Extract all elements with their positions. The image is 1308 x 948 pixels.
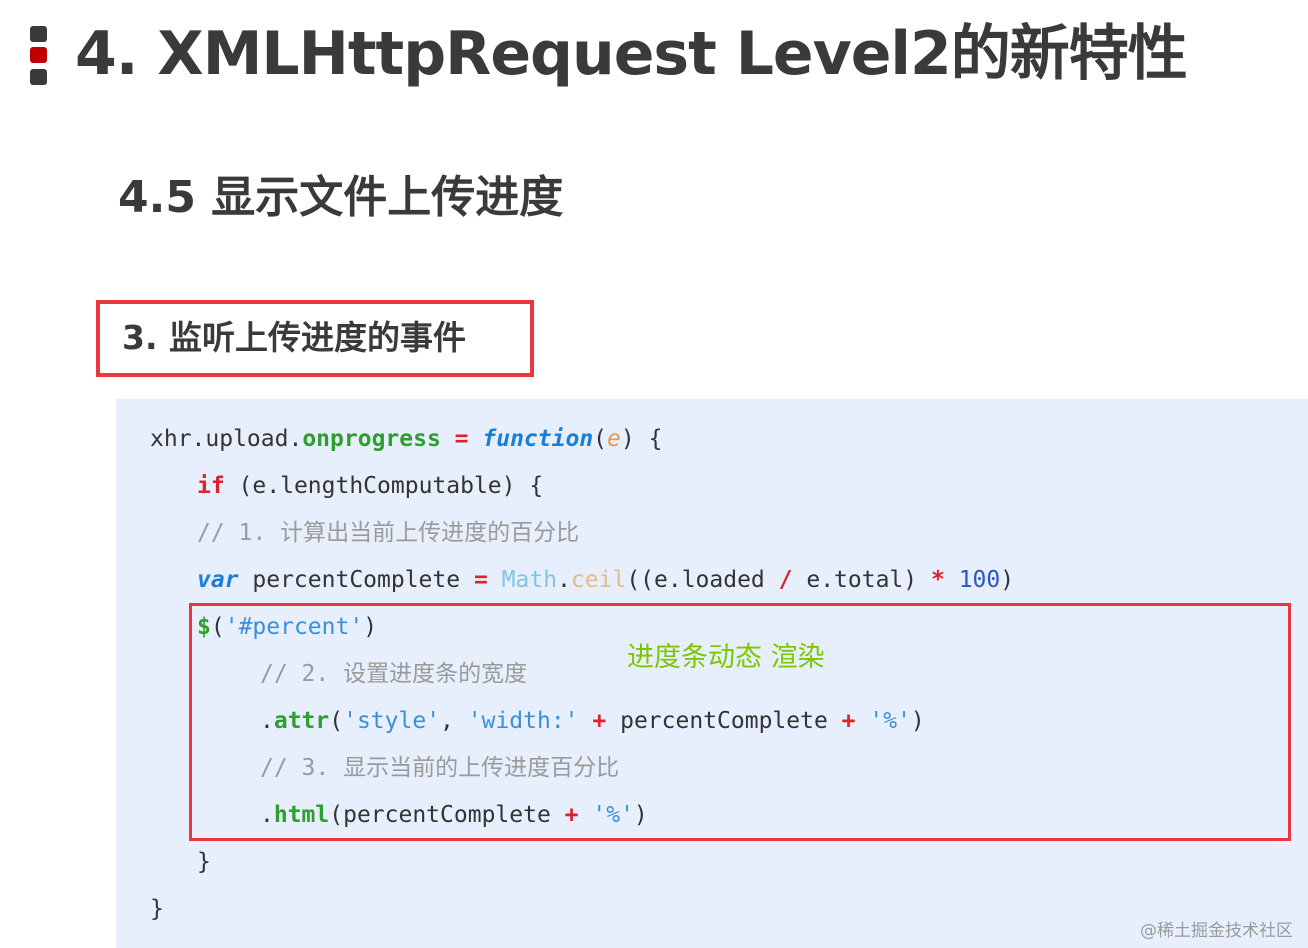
- code-token: (: [329, 708, 344, 734]
- code-comment-2: // 2. 设置进度条的宽度: [260, 661, 528, 687]
- title-bullet-middle: [30, 47, 47, 63]
- code-token: (: [210, 614, 225, 640]
- code-token: percentComplete: [606, 708, 842, 734]
- title-bullet-top: [30, 26, 47, 42]
- code-token: ceil: [570, 567, 627, 593]
- code-token: function: [482, 426, 594, 452]
- code-token: onprogress: [302, 426, 441, 452]
- code-token: html: [273, 802, 330, 828]
- code-token: +: [592, 708, 607, 734]
- code-line-4: var percentComplete = Math.ceil((e.loade…: [197, 560, 1014, 600]
- code-token: *: [930, 567, 945, 593]
- section-title: 4.5 显示文件上传进度: [118, 172, 564, 223]
- code-token: ) {: [620, 426, 663, 452]
- code-token: e: [607, 426, 621, 452]
- code-token: +: [841, 708, 856, 734]
- code-token: ): [1000, 567, 1015, 593]
- code-token: .: [557, 567, 571, 593]
- code-token: ): [633, 802, 648, 828]
- code-token: Math: [501, 567, 558, 593]
- step-title-box: 3. 监听上传进度的事件: [96, 300, 534, 377]
- code-token: ((e.loaded: [626, 567, 779, 593]
- watermark: @稀土掘金技术社区: [1140, 921, 1293, 941]
- code-token: 'style': [343, 708, 441, 734]
- code-line-11: }: [150, 896, 164, 922]
- annotation-note: 进度条动态 渲染: [627, 642, 825, 673]
- code-token: +: [564, 802, 579, 828]
- code-token: =: [473, 567, 488, 593]
- code-line-1: xhr.upload.onprogress = function(e) {: [150, 419, 662, 459]
- page-title: 4. XMLHttpRequest Level2的新特性: [75, 19, 1188, 89]
- code-token: .: [260, 708, 274, 734]
- code-token: '%': [869, 708, 911, 734]
- code-token: 'width:': [467, 708, 579, 734]
- code-token: (percentComplete: [329, 802, 565, 828]
- title-bullet-bottom: [30, 69, 47, 85]
- code-token: $: [197, 614, 211, 640]
- code-token: attr: [273, 708, 330, 734]
- code-token: =: [454, 426, 469, 452]
- code-token: /: [778, 567, 793, 593]
- code-token: (: [593, 426, 608, 452]
- code-token: '%': [592, 802, 634, 828]
- code-token: var: [197, 567, 239, 593]
- code-line-10: }: [197, 849, 211, 875]
- code-token: if: [197, 473, 225, 499]
- code-token: ): [363, 614, 378, 640]
- code-token: ): [910, 708, 925, 734]
- step-title: 3. 监听上传进度的事件: [122, 318, 466, 357]
- code-token: (e.lengthComputable) {: [224, 473, 544, 499]
- code-comment-3: // 3. 显示当前的上传进度百分比: [260, 755, 620, 781]
- code-token: ,: [440, 708, 468, 734]
- code-line-2: if (e.lengthComputable) {: [197, 466, 543, 506]
- code-token: .: [260, 802, 274, 828]
- code-token: percentComplete: [238, 567, 474, 593]
- code-line-7: .attr('style', 'width:' + percentComplet…: [260, 701, 925, 741]
- code-token: 100: [958, 567, 1001, 593]
- code-line-9: .html(percentComplete + '%'): [260, 795, 648, 835]
- code-token: xhr.upload.: [150, 426, 303, 452]
- code-token: e.total): [792, 567, 931, 593]
- code-comment-1: // 1. 计算出当前上传进度的百分比: [197, 520, 580, 546]
- code-token: '#percent': [224, 614, 364, 640]
- code-line-5: $('#percent'): [197, 607, 377, 647]
